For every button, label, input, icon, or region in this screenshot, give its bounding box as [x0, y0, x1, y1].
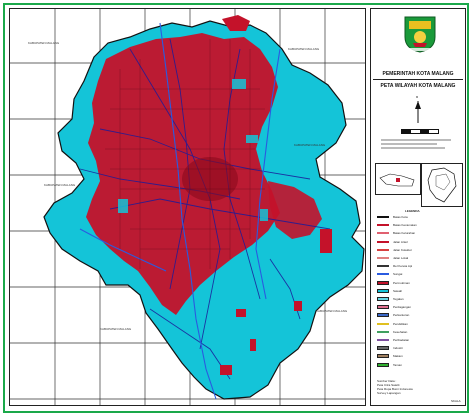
legend-swatch-icon	[377, 288, 389, 293]
legend-item-label: Pendidikan	[393, 321, 408, 326]
label-nw: KABUPATEN MALANG	[28, 41, 60, 45]
legend-swatch-icon	[377, 339, 389, 341]
legend-list: Batas Kota Batas Kecamatan Batas Kelurahan…	[371, 215, 465, 375]
map-svg	[10, 9, 365, 405]
legend-item-label: Taman	[393, 362, 403, 367]
inset-city-outline	[427, 167, 457, 203]
label-w: KABUPATEN MALANG	[44, 183, 76, 187]
legend-swatch-icon	[377, 224, 389, 227]
legend-item-label: Batas Kota	[393, 215, 408, 219]
legend-item-label: Perkantoran	[393, 313, 410, 318]
legend-item-label: Peribadatan	[393, 338, 410, 342]
legend-swatch-icon	[377, 354, 389, 359]
legend-item: Sawah	[377, 288, 463, 293]
title-divider	[373, 79, 463, 80]
legend-item: Sungai	[377, 272, 463, 276]
legend-swatch-icon	[377, 265, 389, 268]
legend-item: Taman	[377, 362, 463, 367]
legend-item-label: Industri	[393, 346, 403, 351]
inset-map-city	[421, 163, 463, 207]
legend-item-label: Makam	[393, 354, 403, 359]
legend-swatch-icon	[377, 346, 389, 351]
legend-swatch-icon	[377, 362, 389, 367]
legend-item: Batas Kecamatan	[377, 223, 463, 227]
legend-item: Jalan Kolektor	[377, 248, 463, 252]
legend-swatch-icon	[377, 305, 389, 310]
legend-item: Batas Kota	[377, 215, 463, 219]
inset-map-region	[375, 163, 421, 195]
malang-emblem-logo	[404, 16, 436, 53]
legend-item-label: Batas Kelurahan	[393, 231, 416, 236]
legend-item-label: Jalan Kolektor	[393, 247, 413, 252]
legend-title: LEGENDA	[405, 209, 420, 213]
map-title: PETA WILAYAH KOTA MALANG	[380, 83, 456, 89]
legend-item: Industri	[377, 346, 463, 351]
legend-item: Perkantoran	[377, 313, 463, 318]
legend-swatch-icon	[377, 257, 389, 259]
legend-swatch-icon	[377, 280, 389, 285]
legend-item: Tegalan	[377, 297, 463, 301]
legend-swatch-icon	[377, 330, 389, 333]
legend-swatch-icon	[377, 297, 389, 301]
legend-swatch-icon	[377, 232, 389, 235]
legend-item: Jalan Arteri	[377, 240, 463, 244]
map-area[interactable]: KABUPATEN MALANG KABUPATEN MALANG KABUPA…	[9, 8, 366, 406]
map-sheet: KABUPATEN MALANG KABUPATEN MALANG KABUPA…	[0, 0, 474, 419]
legend-item-label: Sungai	[393, 272, 403, 277]
legend-item-label: Jalan Arteri	[393, 239, 409, 244]
legend-item: Peribadatan	[377, 338, 463, 342]
map-info-lines	[381, 137, 457, 151]
legend-item-label: Jalan Lokal	[393, 256, 409, 260]
legend-item: Perdagangan	[377, 305, 463, 310]
scale-text: SKALA	[451, 399, 461, 403]
label-sw: KABUPATEN MALANG	[100, 327, 132, 331]
legend-swatch-icon	[377, 313, 389, 318]
legend-item: Rel Kereta Api	[377, 264, 463, 268]
legend-item: Permukiman	[377, 280, 463, 285]
legend-item: Makam	[377, 354, 463, 359]
legend-item: Jalan Lokal	[377, 256, 463, 260]
legend-swatch-icon	[377, 273, 389, 276]
legend-item-label: Batas Kecamatan	[393, 223, 417, 228]
legend-item: Pendidikan	[377, 322, 463, 326]
north-letter: U	[416, 95, 419, 99]
legend-item: Batas Kelurahan	[377, 231, 463, 235]
legend-panel: PEMERINTAH KOTA MALANG PETA WILAYAH KOTA…	[370, 8, 466, 406]
inset-east-java	[379, 173, 415, 187]
scale-bar	[401, 129, 439, 134]
label-se: KABUPATEN MALANG	[316, 309, 348, 313]
legend-swatch-icon	[377, 216, 389, 218]
legend-item-label: Permukiman	[393, 280, 410, 285]
legend-swatch-icon	[377, 248, 389, 251]
north-arrow-icon	[415, 101, 421, 123]
legend-item-label: Tegalan	[393, 297, 404, 301]
legend-swatch-icon	[377, 322, 389, 325]
label-ne: KABUPATEN MALANG	[288, 47, 320, 51]
legend-item-label: Kesehatan	[393, 329, 408, 334]
source-block: Sumber Data : Peta Citra Satelit Peta Ru…	[377, 379, 461, 395]
source-line-4: Survey Lapangan	[377, 391, 401, 395]
org-title: PEMERINTAH KOTA MALANG	[382, 71, 454, 77]
legend-item-label: Rel Kereta Api	[393, 264, 413, 269]
legend-item: Kesehatan	[377, 330, 463, 334]
legend-swatch-icon	[377, 240, 389, 243]
label-e: KABUPATEN MALANG	[294, 143, 326, 147]
legend-item-label: Perdagangan	[393, 305, 412, 310]
legend-item-label: Sawah	[393, 288, 403, 293]
